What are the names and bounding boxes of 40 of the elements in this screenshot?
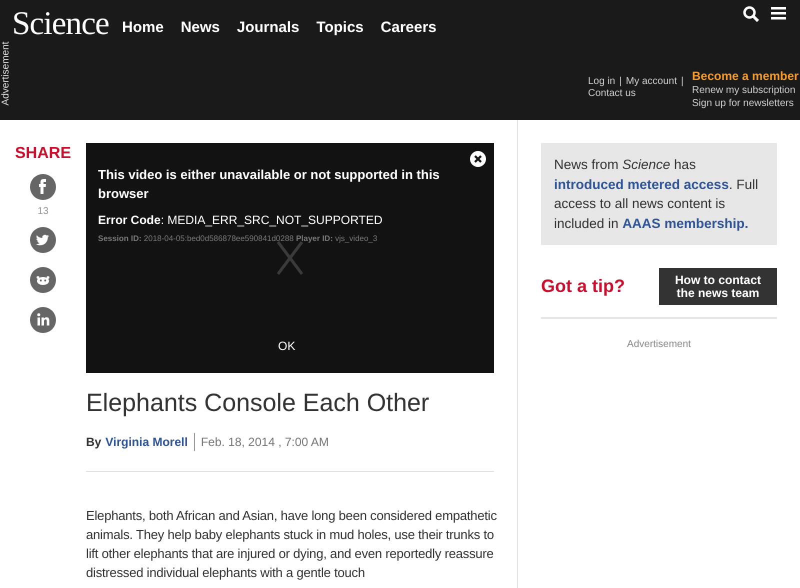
x-mark-icon: [276, 241, 304, 275]
error-message: This video is either unavailable or not supported in this browser: [98, 166, 441, 203]
reddit-share-icon[interactable]: [30, 267, 56, 293]
notice-link[interactable]: introduced metered access: [554, 176, 729, 192]
site-logo[interactable]: Science: [12, 0, 109, 50]
article-paragraph: Elephants, both African and Asian, have long been considered empathetic animals. They help baby elephants stuck in mud holes, use their trunks to lift other elephants that are injured or dying, and even reportedly reassure distressed individual elephants with a gentle touch: [86, 506, 498, 582]
ad-label: Advertisement: [626, 338, 692, 352]
error-code: Error Code: MEDIA_ERR_SRC_NOT_SUPPORTED: [98, 212, 384, 229]
nav-link[interactable]: Home: [122, 17, 164, 40]
author-link[interactable]: Virginia Morell: [105, 432, 195, 450]
member-link[interactable]: Become a member: [692, 68, 799, 84]
account-link[interactable]: Contact us: [588, 88, 683, 100]
facebook-share-icon[interactable]: [30, 174, 56, 200]
link-separator: |: [681, 76, 684, 88]
session-info: Session ID: 2018-04-05:bed0d586878ee590841d0288 Player ID: vjs_video_3: [98, 233, 378, 245]
close-icon[interactable]: [470, 151, 486, 167]
article-title: Elephants Console Each Other: [86, 388, 430, 419]
ok-button[interactable]: OK: [274, 337, 300, 355]
link-separator: |: [619, 76, 622, 88]
tip-heading: Got a tip?: [541, 275, 625, 298]
nav-link[interactable]: Journals: [236, 17, 300, 40]
nav-link[interactable]: Topics: [316, 17, 364, 40]
contact-button[interactable]: How to contact the news team: [659, 268, 777, 305]
byline-label: By: [86, 434, 102, 450]
search-icon[interactable]: [743, 6, 759, 22]
twitter-share-icon[interactable]: [30, 227, 56, 253]
account-link[interactable]: My account: [626, 76, 677, 88]
nav-link[interactable]: Careers: [380, 17, 437, 40]
notice-link[interactable]: AAAS membership.: [622, 216, 748, 230]
account-link[interactable]: Log in: [588, 76, 616, 88]
ad-label: Advertisement: [0, 40, 12, 106]
linkedin-share-icon[interactable]: [30, 307, 56, 333]
nav-link[interactable]: News: [180, 17, 220, 40]
article-date: Feb. 18, 2014 , 7:00 AM: [200, 434, 329, 450]
share-heading: SHARE: [14, 144, 71, 164]
menu-icon[interactable]: [771, 6, 786, 20]
membership-notice: News from Science has introduced metered access. Full access to all news content is included in AAAS membership.: [554, 156, 760, 233]
share-count: 13: [37, 205, 49, 219]
member-link[interactable]: Renew my subscription: [692, 84, 796, 97]
member-link[interactable]: Sign up for newsletters: [692, 97, 794, 110]
